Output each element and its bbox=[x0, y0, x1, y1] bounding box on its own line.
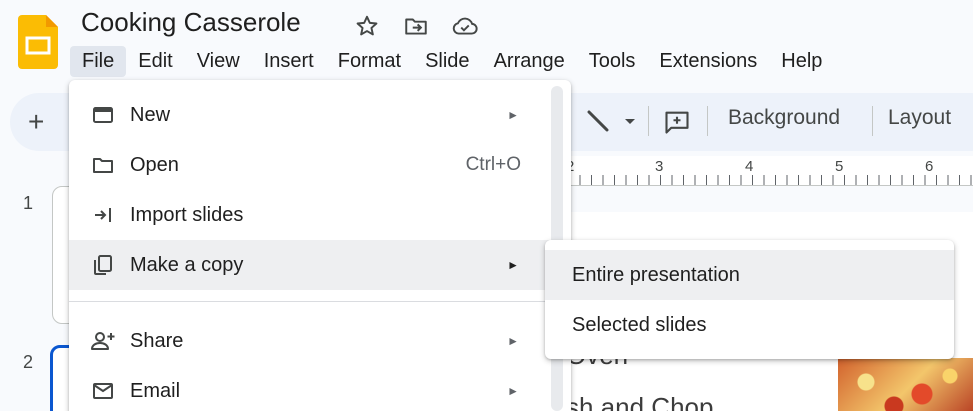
menu-format[interactable]: Format bbox=[326, 46, 413, 77]
menu-edit[interactable]: Edit bbox=[126, 46, 184, 77]
horizontal-ruler[interactable]: 2 3 4 5 6 bbox=[566, 156, 973, 186]
menu-slide[interactable]: Slide bbox=[413, 46, 481, 77]
submenu-item-entire-presentation[interactable]: Entire presentation bbox=[545, 250, 954, 300]
ruler-number: 5 bbox=[835, 158, 844, 175]
menu-bar: File Edit View Insert Format Slide Arran… bbox=[70, 44, 834, 78]
menu-item-label: Import slides bbox=[130, 203, 244, 226]
menu-file[interactable]: File bbox=[70, 45, 127, 77]
make-a-copy-submenu: Entire presentation Selected slides bbox=[545, 240, 954, 359]
menu-item-label: Open bbox=[130, 153, 179, 176]
new-window-icon bbox=[89, 101, 117, 129]
submenu-arrow-icon: ► bbox=[507, 108, 519, 122]
toolbar-divider bbox=[872, 106, 873, 136]
casserole-photo[interactable] bbox=[838, 358, 973, 411]
email-icon bbox=[89, 377, 117, 405]
submenu-arrow-icon: ► bbox=[507, 258, 519, 272]
line-icon bbox=[587, 110, 635, 132]
add-comment-button[interactable] bbox=[663, 108, 691, 142]
menu-item-new[interactable]: New ► bbox=[69, 90, 549, 140]
slide-text-line[interactable]: sh and Chop bbox=[566, 392, 713, 411]
menu-insert[interactable]: Insert bbox=[252, 46, 326, 77]
copy-icon bbox=[89, 251, 117, 279]
menu-extensions[interactable]: Extensions bbox=[647, 46, 769, 77]
add-comment-icon bbox=[665, 111, 689, 134]
submenu-arrow-icon: ► bbox=[507, 334, 519, 348]
menu-item-share[interactable]: Share ► bbox=[69, 316, 549, 366]
folder-icon bbox=[89, 151, 117, 179]
slide-number: 2 bbox=[23, 352, 34, 372]
menu-item-email[interactable]: Email ► bbox=[69, 366, 549, 411]
layout-button[interactable]: Layout bbox=[888, 106, 951, 130]
toolbar-divider bbox=[707, 106, 708, 136]
menu-item-label: Share bbox=[130, 329, 184, 352]
ruler-number: 4 bbox=[745, 158, 754, 175]
submenu-arrow-icon: ► bbox=[507, 384, 519, 398]
menu-item-label: New bbox=[130, 103, 171, 126]
keyboard-shortcut: Ctrl+O bbox=[465, 154, 521, 175]
menu-item-label: Email bbox=[130, 379, 181, 402]
ruler-ticks bbox=[568, 175, 973, 185]
document-title[interactable]: Cooking Casserole bbox=[81, 7, 301, 38]
ruler-number: 6 bbox=[925, 158, 934, 175]
person-add-icon bbox=[89, 327, 117, 355]
menu-item-open[interactable]: Open Ctrl+O bbox=[69, 140, 549, 190]
menu-arrange[interactable]: Arrange bbox=[482, 46, 577, 77]
submenu-item-selected-slides[interactable]: Selected slides bbox=[545, 300, 954, 350]
menu-item-import-slides[interactable]: Import slides bbox=[69, 190, 549, 240]
file-menu-dropdown: New ► Open Ctrl+O Import slides Make a c… bbox=[69, 80, 571, 411]
slides-logo-icon[interactable] bbox=[18, 15, 58, 69]
ruler-number: 3 bbox=[655, 158, 664, 175]
menu-tools[interactable]: Tools bbox=[577, 46, 648, 77]
background-button[interactable]: Background bbox=[728, 106, 840, 130]
new-slide-button[interactable]: + bbox=[28, 106, 44, 138]
import-icon bbox=[89, 201, 117, 229]
toolbar-divider bbox=[648, 106, 649, 136]
cloud-saved-icon[interactable] bbox=[451, 12, 479, 40]
slide-number: 1 bbox=[23, 193, 34, 213]
menu-view[interactable]: View bbox=[185, 46, 252, 77]
menu-help[interactable]: Help bbox=[769, 46, 834, 77]
line-tool-button[interactable] bbox=[585, 108, 635, 142]
move-to-folder-icon[interactable] bbox=[402, 12, 430, 40]
menu-item-make-a-copy[interactable]: Make a copy ► bbox=[69, 240, 549, 290]
star-icon[interactable] bbox=[353, 12, 381, 40]
menu-divider bbox=[69, 301, 549, 302]
menu-item-label: Make a copy bbox=[130, 253, 244, 276]
